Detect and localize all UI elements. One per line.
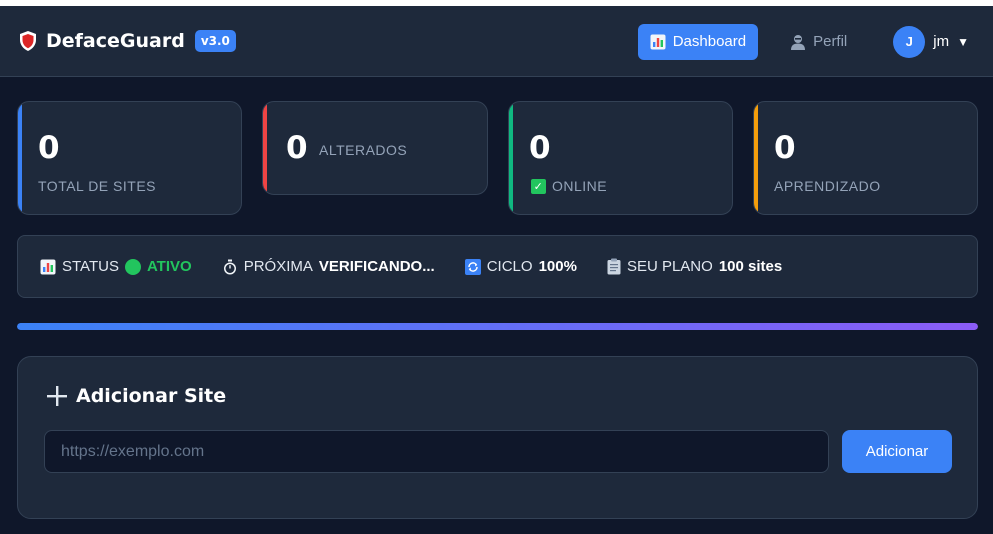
shield-icon [18,30,38,52]
avatar: J [893,25,926,58]
stat-altered-value: 0 [286,130,308,166]
stat-card-online: 0 ✓ ONLINE [508,101,733,215]
plus-icon [46,385,68,407]
stat-accent [754,102,758,214]
plan-info: SEU PLANO 100 sites [607,258,782,275]
version-badge: v3.0 [194,30,236,52]
stat-learning-value: 0 [774,130,796,166]
stat-label-text: ONLINE [552,178,608,194]
status-indicator: STATUS ATIVO [40,258,192,275]
stat-altered-label: ALTERADOS [319,142,407,158]
cycle-progress-bar [17,323,978,330]
cycle-progress: CICLO 100% [464,258,577,275]
stat-total-label: TOTAL DE SITES [38,178,156,194]
nav-dashboard-button[interactable]: Dashboard [637,23,759,60]
next-value: VERIFICANDO... [318,258,435,275]
add-site-title-text: Adicionar Site [76,385,227,407]
stats-row: 0 TOTAL DE SITES 0 ALTERADOS 0 ✓ ONLINE … [17,101,978,215]
brand[interactable]: DefaceGuard v3.0 [18,30,236,52]
status-label: STATUS [62,258,119,275]
cycle-label: CICLO [486,258,533,275]
stat-online-label: ✓ ONLINE [531,178,607,194]
clipboard-icon [607,258,621,275]
next-label: PRÓXIMA [243,258,313,275]
stat-label-text: ALTERADOS [319,142,408,158]
cycle-value: 100% [538,258,577,275]
nav-profile-label: Perfil [813,33,848,50]
bar-chart-icon [40,259,56,275]
stat-accent [18,102,22,214]
stat-card-total: 0 TOTAL DE SITES [17,101,242,215]
user-icon [790,34,806,50]
add-site-title: Adicionar Site [46,385,226,407]
brand-title: DefaceGuard [46,30,185,52]
stopwatch-icon [222,259,238,275]
navbar: DefaceGuard v3.0 Dashboard Perfil J jm ▼ [0,6,993,77]
check-icon: ✓ [531,178,546,194]
plan-value: 100 sites [718,258,783,275]
bar-chart-icon [650,34,666,50]
user-name: jm [933,33,950,50]
progress-fill [17,323,978,330]
status-bar: STATUS ATIVO PRÓXIMA VERIFICANDO... CICL… [17,235,978,298]
plan-label: SEU PLANO [626,258,713,275]
stat-card-altered: 0 ALTERADOS [262,101,488,195]
add-site-panel: Adicionar Site Adicionar [17,356,978,519]
status-value: ATIVO [146,258,192,275]
url-input[interactable] [44,430,829,473]
stat-online-value: 0 [529,130,551,166]
stat-label-text: TOTAL DE SITES [38,178,156,194]
caret-down-icon: ▼ [957,34,969,49]
add-site-button[interactable]: Adicionar [842,430,952,473]
nav-menu: Dashboard Perfil J jm ▼ [637,6,969,77]
user-menu[interactable]: J jm ▼ [893,25,969,58]
stat-total-value: 0 [38,130,60,166]
next-check: PRÓXIMA VERIFICANDO... [222,258,435,275]
stat-accent [263,102,267,194]
stat-label-text: APRENDIZADO [774,178,881,194]
stat-learning-label: APRENDIZADO [774,178,881,194]
stat-card-learning: 0 APRENDIZADO [753,101,978,215]
status-dot-icon [124,258,141,275]
stat-accent [509,102,513,214]
nav-profile-button[interactable]: Perfil [778,24,859,60]
refresh-icon [464,258,481,275]
nav-dashboard-label: Dashboard [672,33,747,50]
